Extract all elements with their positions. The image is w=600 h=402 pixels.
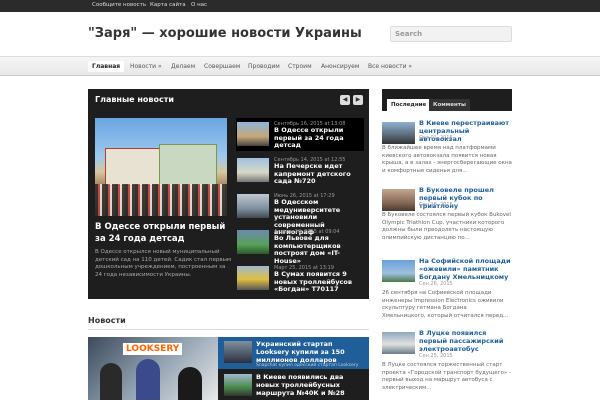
thumbnail <box>237 122 269 146</box>
top-bar: Сообщите новость Карта сайта О нас <box>0 0 600 12</box>
post-excerpt: В ближайшее время над платформами киевск… <box>382 145 512 174</box>
featured-item[interactable]: Апрель 10, 2015 at 09:04 Во Львове для к… <box>236 226 364 264</box>
next-arrow-icon[interactable]: ▶ <box>353 95 363 105</box>
post-title[interactable]: На Софийской площади «ожевили» памятник … <box>419 257 512 281</box>
thumbnail <box>237 194 269 218</box>
post-excerpt: В Буковеле состоялся первый кубок Bukove… <box>382 212 511 241</box>
item-title: На Печерске идет капремонт детского сада… <box>274 162 351 185</box>
thumbnail <box>224 374 252 396</box>
thumbnail <box>382 332 415 354</box>
featured-item[interactable]: Март 25, 2015 at 13:19 В Сумах появится … <box>236 262 364 295</box>
thumbnail <box>237 266 269 290</box>
thumbnail <box>237 230 269 254</box>
site-title[interactable]: "Заря" — хорошие новости Украины <box>88 26 362 41</box>
tab-comments[interactable]: Комменты <box>429 99 470 111</box>
nav-doing[interactable]: Делаем <box>171 61 195 72</box>
nav-accomplishing[interactable]: Совершаем <box>204 61 240 72</box>
featured-item[interactable]: Сентябрь 14, 2015 at 12:55 На Печерске и… <box>236 154 364 187</box>
nav-home[interactable]: Главная <box>88 61 125 72</box>
nav-building[interactable]: Строим <box>288 61 312 72</box>
featured-main-headline[interactable]: В Одессе открыли первый за 24 года детса… <box>95 221 235 245</box>
news-item-title: В Киеве появились два новых троллейбусны… <box>256 373 345 397</box>
post-title[interactable]: В Луцке появился первый пассажирский эле… <box>419 329 512 353</box>
prev-arrow-icon[interactable]: ◀ <box>340 95 350 105</box>
thumbnail <box>237 158 269 182</box>
post-date: Сен 26, 2015 <box>419 281 453 287</box>
post-date: Окт 01, 2015 <box>419 135 453 141</box>
featured-main-image[interactable] <box>95 118 227 216</box>
sidebar: Последние Комменты В Киеве перестраивают… <box>382 89 512 400</box>
post-excerpt: 26 сентября на Софиевской площади инжене… <box>382 290 509 319</box>
featured-item[interactable]: Июнь 26, 2015 at 17:29 В Одесском медуни… <box>236 190 364 236</box>
post-excerpt: В Луцке состоялся торжественный старт пр… <box>382 362 511 391</box>
nav-conducting[interactable]: Проводим <box>248 61 280 72</box>
sidebar-tabs: Последние Комменты <box>382 89 512 111</box>
site-header: "Заря" — хорошие новости Украины Search <box>0 12 600 56</box>
news-section-title: Новости <box>88 316 126 325</box>
news-item[interactable]: В Киеве появились два новых троллейбусны… <box>218 370 369 402</box>
tab-latest[interactable]: Последние <box>387 99 431 111</box>
thumbnail <box>382 260 415 282</box>
looksery-logo: LOOKSERY <box>123 343 183 355</box>
thumbnail <box>382 122 415 144</box>
nav-announcing[interactable]: Анонсируем <box>321 61 359 72</box>
about-link[interactable]: О нас <box>191 2 207 8</box>
news-item-title: Украинский стартап Looksery купили за 15… <box>256 340 345 364</box>
post-date: Сен 28, 2015 <box>419 202 453 208</box>
nav-news[interactable]: Новости » <box>130 61 162 72</box>
news-main-image[interactable]: LOOKSERY <box>88 337 218 400</box>
sitemap-link[interactable]: Карта сайта <box>150 2 186 8</box>
item-title: В Одессе открыли первый за 24 года детса… <box>274 126 344 149</box>
search-placeholder: Search <box>395 30 423 38</box>
news-item[interactable]: Украинский стартап Looksery купили за 15… <box>218 337 369 369</box>
thumbnail <box>224 341 252 363</box>
news-list: Украинский стартап Looksery купили за 15… <box>218 337 369 400</box>
nav-all-news[interactable]: Все новости » <box>368 61 412 72</box>
featured-title: Главные новости <box>95 95 174 104</box>
item-title: В Сумах появится 9 новых троллейбусов «Б… <box>274 270 352 293</box>
featured-news-slider: Главные новости ◀ ▶ В Одессе открыли пер… <box>88 89 369 299</box>
main-nav: Главная Новости » Делаем Совершаем Прово… <box>0 56 600 76</box>
post-date: Сен 25, 2015 <box>419 353 453 359</box>
section-divider <box>88 329 369 330</box>
search-input[interactable]: Search <box>390 26 512 42</box>
news-item-meta: Snapchat купил одесский стартап Looksery <box>256 363 359 368</box>
item-title: Во Львове для компьютерщиков построят до… <box>274 234 341 265</box>
featured-main-excerpt: В Одессе открылся новый муниципальный де… <box>95 249 232 278</box>
featured-item[interactable]: Сентябрь 16, 2015 at 13:08 В Одессе откр… <box>236 118 364 151</box>
submit-news-link[interactable]: Сообщите новость <box>92 2 146 8</box>
thumbnail <box>382 189 415 211</box>
